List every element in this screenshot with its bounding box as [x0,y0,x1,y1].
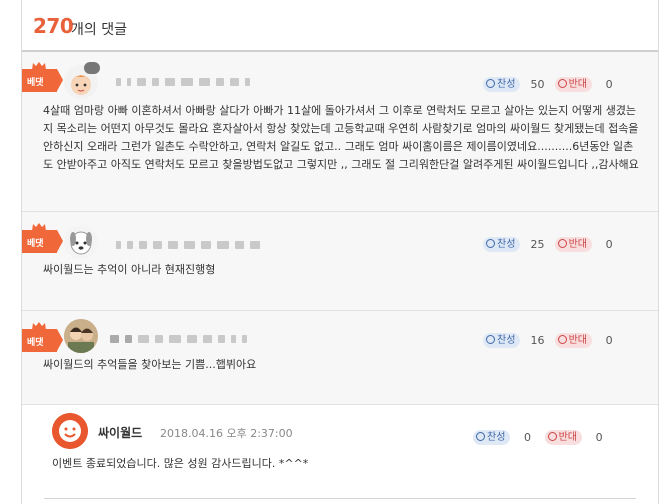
vote-group: 찬성 16 반대 0 [483,330,621,348]
upvote-button[interactable]: 찬성 [483,77,521,92]
frown-icon [557,239,567,248]
smile-icon [486,239,495,248]
vote-group: 찬성 0 반대 0 [473,427,611,445]
reply-date: 2018.04.16 오후 2:37:00 [160,427,293,440]
comment-text: 싸이월드는 추억이 아니라 현재진행형 [43,263,216,276]
masked-username [110,328,253,343]
divider [44,498,636,499]
official-reply: 싸이월드 2018.04.16 오후 2:37:00 찬성 0 반대 0 이벤트… [22,405,658,504]
frown-icon [547,432,557,441]
comment-count-label: 개의 댓글 [71,22,127,38]
vote-group: 찬성 50 반대 0 [483,74,621,92]
avatar-photo-icon [64,319,98,353]
cyworld-logo-icon [52,413,88,449]
frown-icon [557,335,567,344]
comment-text: 4살때 엄마랑 아빠 이혼하셔서 아빠랑 살다가 아빠가 11살에 돌아가셔서 … [43,104,639,171]
upvote-count: 0 [524,431,531,444]
reply-author[interactable]: 싸이월드 [98,424,142,441]
avatar[interactable] [64,319,98,353]
downvote-count: 0 [605,78,613,91]
crown-icon [32,223,46,231]
smile-icon [486,335,495,344]
vote-group: 찬성 25 반대 0 [483,234,621,252]
comment-section: 270 개의 댓글 베댓 찬성 50 반대 0 4살때 엄마랑 아빠 이혼하셔서… [21,0,659,504]
comment-text: 싸이월드의 추억들을 찾아보는 기쁨...햅뷔아요 [43,358,257,371]
smile-icon [476,432,485,441]
avatar-icon [70,231,92,255]
downvote-button[interactable]: 반대 [544,430,582,445]
downvote-count: 0 [605,238,613,251]
downvote-button[interactable]: 반대 [554,333,592,348]
upvote-count: 50 [530,78,545,91]
upvote-count: 16 [530,334,545,347]
downvote-button[interactable]: 반대 [554,77,592,92]
best-comment-1: 베댓 찬성 50 반대 0 4살때 엄마랑 아빠 이혼하셔서 아빠랑 살다가 아… [22,52,658,212]
crown-icon [32,62,46,70]
downvote-button[interactable]: 반대 [554,237,592,252]
upvote-button[interactable]: 찬성 [483,237,521,252]
smile-icon [486,79,495,88]
avatar[interactable] [64,225,98,259]
frown-icon [557,79,567,88]
avatar[interactable] [52,413,88,449]
masked-username [116,234,266,249]
best-badge: 베댓 [22,62,63,92]
upvote-button[interactable]: 찬성 [473,430,511,445]
comment-header: 270 개의 댓글 [22,0,658,52]
reply-text: 이벤트 종료되었습니다. 많은 성원 감사드립니다. *^^* [52,457,309,470]
downvote-count: 0 [605,334,613,347]
crown-icon [32,322,46,330]
downvote-count: 0 [595,431,603,444]
upvote-button[interactable]: 찬성 [483,333,521,348]
speech-bubble-icon [84,62,100,74]
masked-username [116,71,256,86]
comment-count: 270 [33,14,74,38]
best-badge: 베댓 [22,223,63,253]
best-comment-3: 베댓 찬성 16 반대 0 싸이월드의 추억들을 찾아보는 기쁨...햅뷔아요 [22,311,658,405]
best-comment-2: 베댓 찬성 25 반대 0 싸이월드는 추억이 아니라 현재진행형 [22,212,658,311]
upvote-count: 25 [530,238,545,251]
best-badge: 베댓 [22,322,63,352]
